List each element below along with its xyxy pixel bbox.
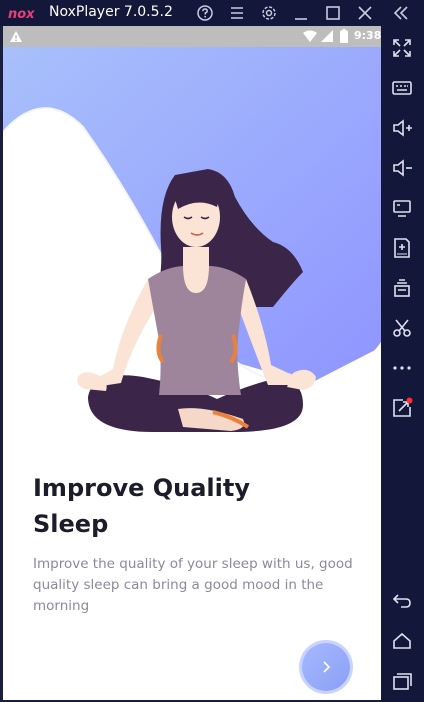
apk-install-icon[interactable]: [391, 237, 413, 259]
notification-dot: [406, 397, 413, 404]
logo-text: nox: [8, 7, 35, 22]
emulator-sidebar: [381, 26, 424, 702]
menu-icon[interactable]: [228, 4, 246, 22]
help-icon[interactable]: [196, 4, 214, 22]
scissors-icon[interactable]: [391, 317, 413, 339]
title-line-2: Sleep: [33, 510, 109, 538]
window-titlebar: nox NoxPlayer 7.0.5.2: [0, 0, 424, 26]
open-external-icon[interactable]: [391, 397, 413, 419]
android-status-bar: 9:38: [3, 26, 381, 47]
back-icon[interactable]: [391, 590, 413, 612]
onboarding-description: Improve the quality of your sleep with u…: [33, 556, 353, 614]
battery-icon: [340, 29, 348, 43]
next-button[interactable]: [302, 643, 350, 691]
recent-apps-icon[interactable]: [391, 670, 413, 692]
status-time: 9:38: [354, 29, 381, 42]
maximize-icon[interactable]: [324, 4, 342, 22]
fullscreen-icon[interactable]: [391, 37, 413, 59]
close-icon[interactable]: [356, 4, 374, 22]
android-screen: 9:38 Improve Quality Sleep Improve the q…: [3, 26, 381, 700]
title-line-1: Improve Quality: [33, 474, 250, 502]
meditation-illustration: [3, 47, 381, 447]
more-icon[interactable]: [391, 357, 413, 379]
onboarding-title: Improve Quality Sleep: [33, 470, 333, 542]
warning-icon: [10, 31, 22, 42]
app-title: NoxPlayer 7.0.5.2: [49, 4, 173, 20]
screen-icon[interactable]: [391, 197, 413, 219]
wifi-icon: [303, 30, 317, 42]
settings-icon[interactable]: [260, 4, 278, 22]
nox-logo: nox: [8, 7, 35, 22]
signal-icon: [321, 30, 333, 42]
volume-down-icon[interactable]: [391, 157, 413, 179]
chevron-right-icon: [323, 661, 331, 673]
volume-up-icon[interactable]: [391, 117, 413, 139]
multi-instance-icon[interactable]: [391, 277, 413, 299]
home-icon[interactable]: [391, 630, 413, 652]
minimize-icon[interactable]: [292, 4, 310, 22]
neck: [183, 247, 209, 293]
collapse-sidebar-icon[interactable]: [392, 4, 410, 22]
keyboard-icon[interactable]: [391, 77, 413, 99]
